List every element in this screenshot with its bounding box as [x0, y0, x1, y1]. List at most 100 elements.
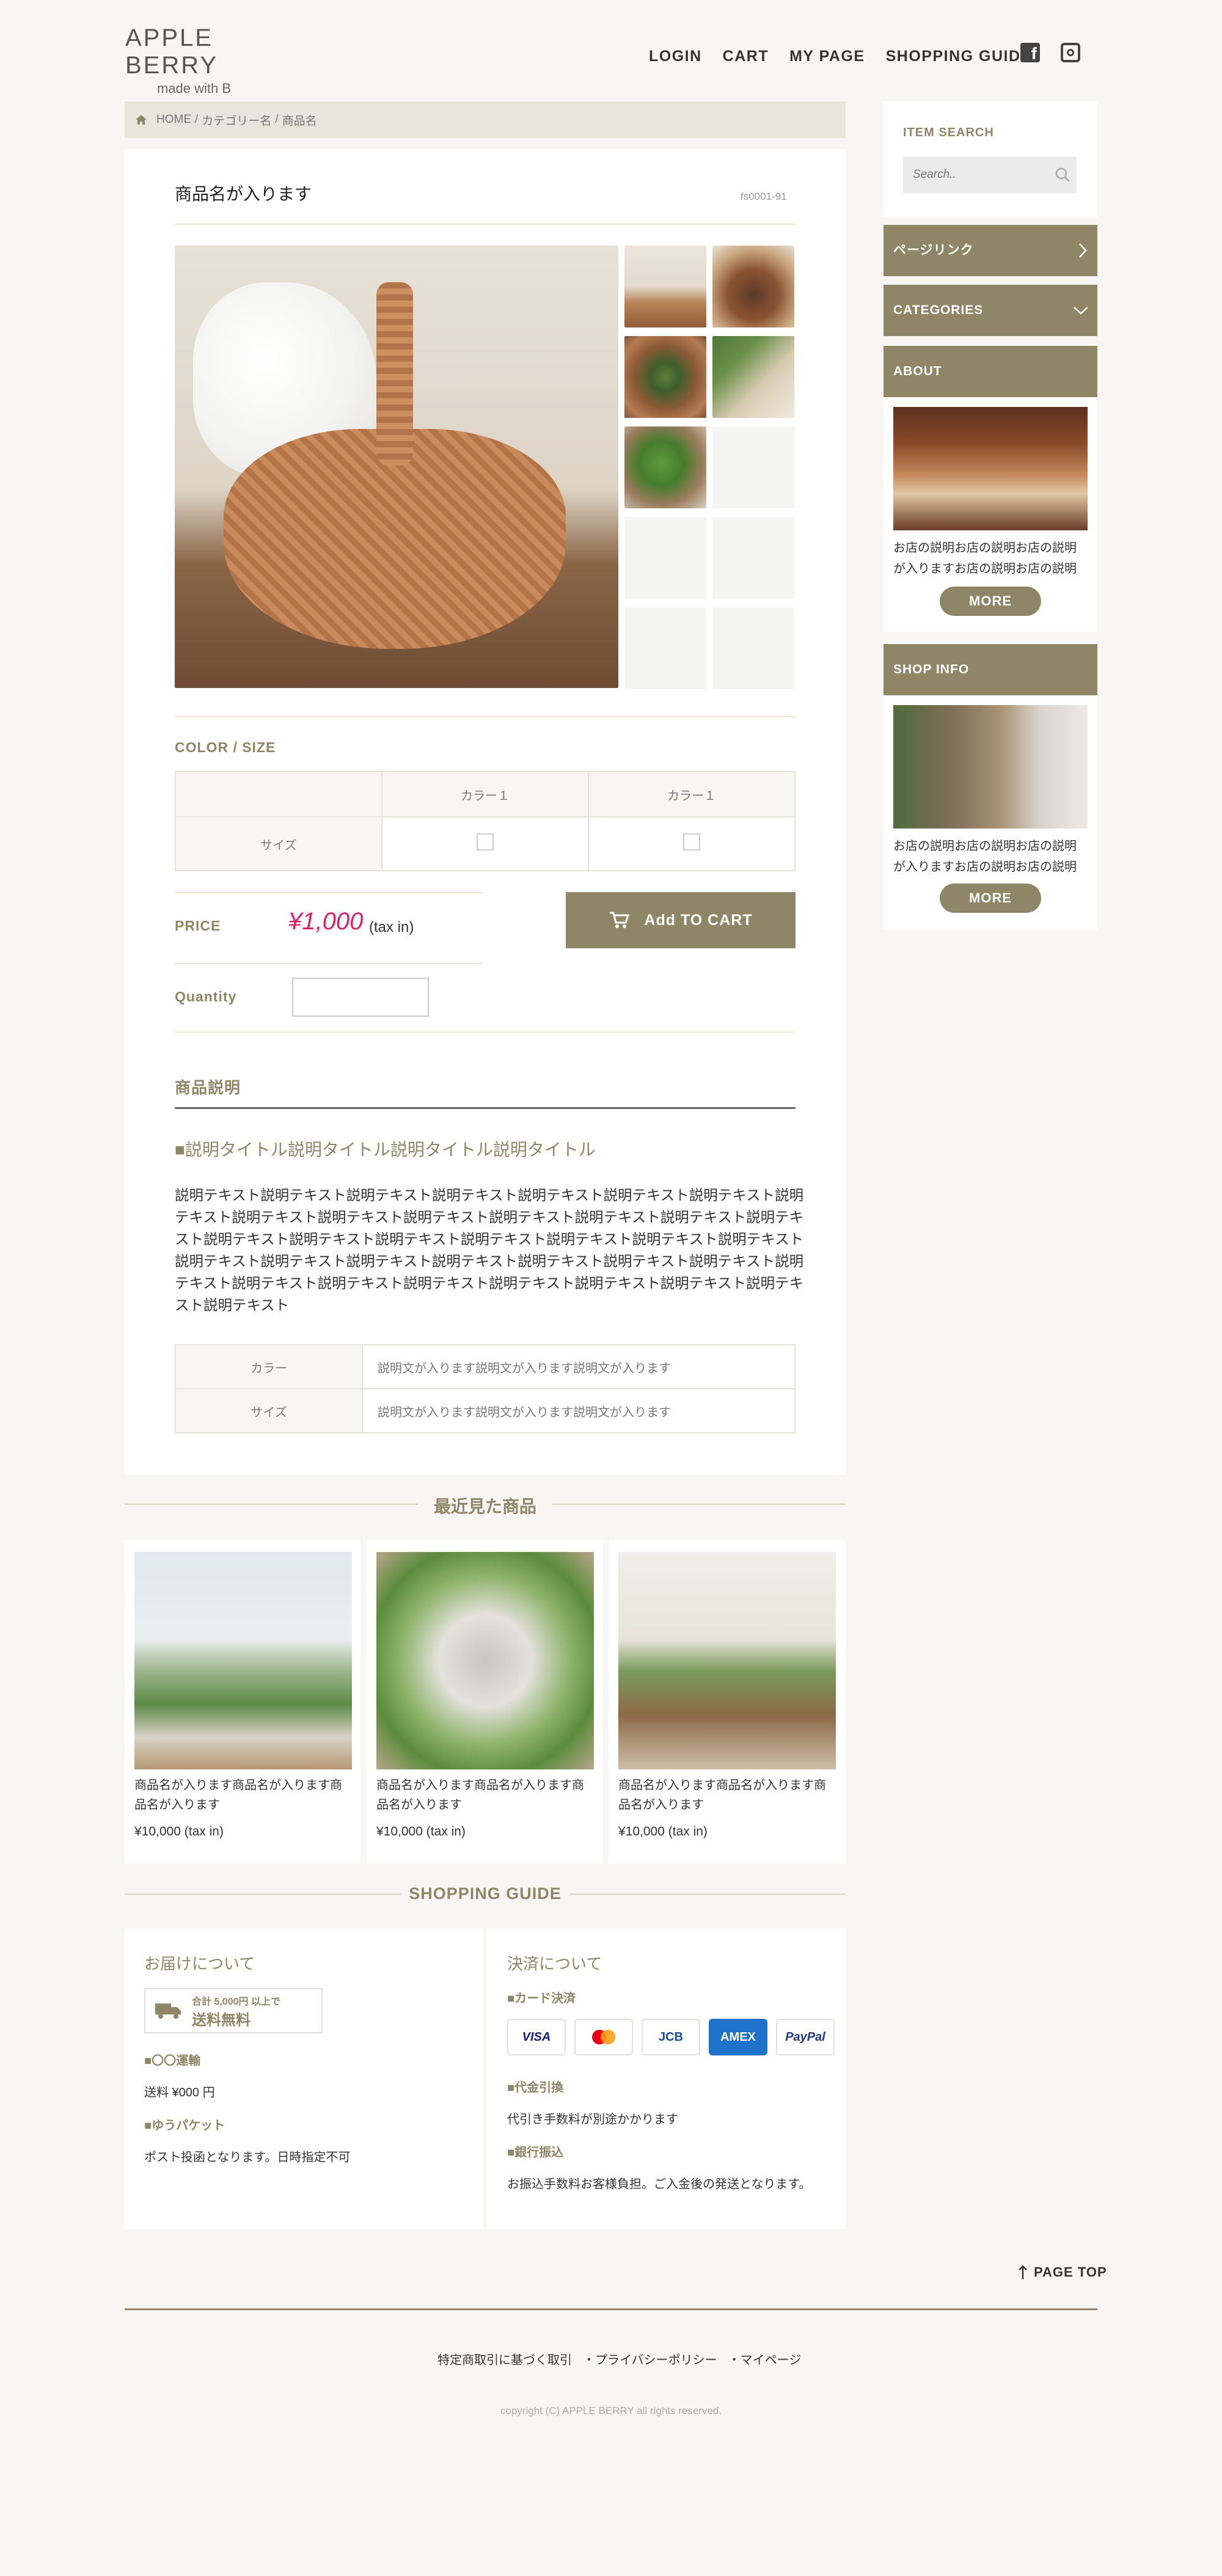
- carrier-text: 送料 ¥000 円: [144, 2086, 215, 2099]
- chevron-right-icon: [1079, 243, 1087, 258]
- color-column-header: カラー１: [588, 771, 796, 818]
- search-icon[interactable]: [1055, 167, 1070, 183]
- thumbnail-4[interactable]: [712, 336, 794, 418]
- sidebar-categories[interactable]: CATEGORIES: [884, 285, 1097, 336]
- divider: [175, 224, 796, 225]
- description-body: 説明テキスト説明テキスト説明テキスト説明テキスト説明テキスト説明テキスト説明テキ…: [175, 1184, 804, 1316]
- divider: [569, 1894, 846, 1895]
- sidebar-item-label: ページリンク: [893, 243, 974, 257]
- price-tax-note: (tax in): [369, 919, 414, 935]
- breadcrumb-home[interactable]: HOME: [156, 113, 191, 126]
- footer-link-mypage[interactable]: ・マイページ: [728, 2350, 802, 2368]
- shop-info-image: [893, 705, 1088, 829]
- thumbnail-empty: [624, 607, 706, 689]
- description-line: スト説明テキスト: [175, 1297, 290, 1313]
- spec-value: 説明文が入ります説明文が入ります説明文が入ります: [362, 1344, 796, 1389]
- breadcrumb-separator: /: [195, 113, 199, 126]
- spec-value: 説明文が入ります説明文が入ります説明文が入ります: [362, 1388, 796, 1433]
- cod-text: 代引き手数料が別途かかります: [507, 2113, 678, 2126]
- card-logos: VISA JCB AMEX PayPal: [507, 2019, 835, 2055]
- page-top-label: PAGE TOP: [1034, 2264, 1107, 2280]
- sidebar-item-label: CATEGORIES: [893, 303, 984, 317]
- nav-mypage[interactable]: MY PAGE: [789, 48, 865, 65]
- product-title: 商品名が入ります: [175, 185, 312, 203]
- payment-panel: 決済について ■カード決済 VISA JCB AMEX PayPal ■代金引換…: [486, 1928, 846, 2229]
- variant-checkbox[interactable]: [477, 833, 494, 851]
- logo-subtitle: made with B: [157, 81, 232, 96]
- thumbnail-1[interactable]: [624, 246, 706, 327]
- shop-info-text-line: お店の説明お店の説明お店の説明: [893, 840, 1077, 853]
- home-icon[interactable]: [134, 114, 148, 126]
- shop-info-text-line: が入りますお店の説明お店の説明: [893, 860, 1077, 874]
- description-title: ■説明タイトル説明タイトル説明タイトル説明タイトル: [175, 1140, 596, 1159]
- page-top-link[interactable]: PAGE TOP: [1018, 2264, 1107, 2280]
- breadcrumb-category[interactable]: カテゴリー名: [202, 112, 271, 128]
- thumbnail-empty: [712, 607, 794, 689]
- instagram-icon[interactable]: [1061, 43, 1080, 62]
- variant-checkbox[interactable]: [683, 833, 700, 851]
- add-to-cart-label: Add TO CART: [644, 911, 753, 929]
- about-heading: ABOUT: [884, 346, 1097, 397]
- spec-label: サイズ: [175, 1388, 363, 1433]
- thumbnail-2[interactable]: [712, 246, 794, 327]
- nav-cart[interactable]: CART: [723, 48, 769, 65]
- divider: [175, 1031, 796, 1033]
- sidebar-page-link[interactable]: ページリンク: [884, 225, 1097, 276]
- search-input[interactable]: [913, 168, 1047, 181]
- search-heading: ITEM SEARCH: [903, 126, 994, 139]
- truck-icon: [155, 2003, 181, 2019]
- color-size-heading: COLOR / SIZE: [175, 739, 276, 755]
- footer-links: 特定商取引に基づく取引 ・プライバシーポリシー ・マイページ: [437, 2350, 801, 2368]
- recent-item[interactable]: 商品名が入ります商品名が入ります商品名が入ります ¥10,000 (tax in…: [609, 1540, 846, 1864]
- recent-item-image: [618, 1552, 836, 1769]
- nav-shopping-guide[interactable]: SHOPPING GUIDE: [886, 48, 1032, 65]
- thumbnail-empty: [624, 517, 706, 599]
- main-product-image[interactable]: [175, 246, 618, 688]
- footer-link-privacy[interactable]: ・プライバシーポリシー: [583, 2350, 717, 2368]
- arrow-up-icon: [1019, 2265, 1027, 2279]
- delivery-title: お届けについて: [144, 1955, 255, 1973]
- quantity-input[interactable]: [292, 978, 429, 1017]
- recent-item[interactable]: 商品名が入ります商品名が入ります商品名が入ります ¥10,000 (tax in…: [125, 1540, 360, 1864]
- thumbnail-3[interactable]: [624, 336, 706, 418]
- site-logo[interactable]: APPLE BERRY made with B: [125, 24, 272, 96]
- shop-info-more-button[interactable]: MORE: [940, 884, 1041, 913]
- thumbnail-5[interactable]: [624, 426, 706, 508]
- footer-divider: [125, 2308, 1097, 2310]
- free-shipping-badge: 合計 5,000円 以上で 送料無料: [144, 1988, 323, 2033]
- facebook-icon[interactable]: f: [1020, 43, 1040, 63]
- recent-item-price: ¥10,000 (tax in): [134, 1824, 224, 1839]
- breadcrumb-separator: /: [275, 113, 279, 126]
- bank-text: お振込手数料お客様負担。ご入金後の発送となります。: [507, 2178, 811, 2191]
- about-text: お店の説明お店の説明お店の説明 が入りますお店の説明お店の説明: [893, 538, 1077, 579]
- spec-label: カラー: [175, 1344, 363, 1389]
- payment-title: 決済について: [507, 1955, 602, 1973]
- recent-heading: 最近見た商品: [433, 1496, 536, 1517]
- footer-link-commerce[interactable]: 特定商取引に基づく取引: [437, 2350, 572, 2368]
- recent-item[interactable]: 商品名が入ります商品名が入ります商品名が入ります ¥10,000 (tax in…: [367, 1540, 602, 1864]
- divider: [175, 1107, 796, 1109]
- divider: [175, 716, 796, 717]
- add-to-cart-button[interactable]: Add TO CART: [566, 892, 796, 948]
- amex-icon: AMEX: [709, 2019, 767, 2055]
- recent-item-image: [376, 1552, 594, 1769]
- free-shipping-condition: 合計 5,000円 以上で: [192, 1996, 280, 2007]
- description-line: テキスト説明テキスト説明テキスト説明テキスト説明テキスト説明テキスト説明テキスト…: [175, 1209, 804, 1225]
- header-nav: LOGIN CART MY PAGE SHOPPING GUIDE: [649, 48, 1032, 65]
- recent-item-price: ¥10,000 (tax in): [376, 1824, 466, 1839]
- mastercard-icon: [574, 2019, 633, 2055]
- about-more-button[interactable]: MORE: [940, 587, 1041, 616]
- divider: [175, 892, 483, 893]
- packet-text: ポスト投函となります。日時指定不可: [144, 2151, 351, 2164]
- chevron-down-icon: [1074, 307, 1088, 315]
- shop-info-heading: SHOP INFO: [884, 644, 1097, 695]
- description-line: 説明テキスト説明テキスト説明テキスト説明テキスト説明テキスト説明テキスト説明テキ…: [175, 1187, 804, 1203]
- nav-login[interactable]: LOGIN: [649, 48, 702, 65]
- recent-item-name: 商品名が入ります商品名が入ります商品名が入ります: [618, 1779, 826, 1812]
- divider: [552, 1504, 846, 1505]
- description-line: テキスト説明テキスト説明テキスト説明テキスト説明テキスト説明テキスト説明テキスト…: [175, 1275, 804, 1291]
- recent-item-name: 商品名が入ります商品名が入ります商品名が入ります: [376, 1779, 584, 1812]
- free-shipping-label: 送料無料: [192, 2011, 251, 2029]
- copyright: copyright (C) APPLE BERRY all rights res…: [500, 2405, 722, 2417]
- search-field[interactable]: [903, 156, 1077, 193]
